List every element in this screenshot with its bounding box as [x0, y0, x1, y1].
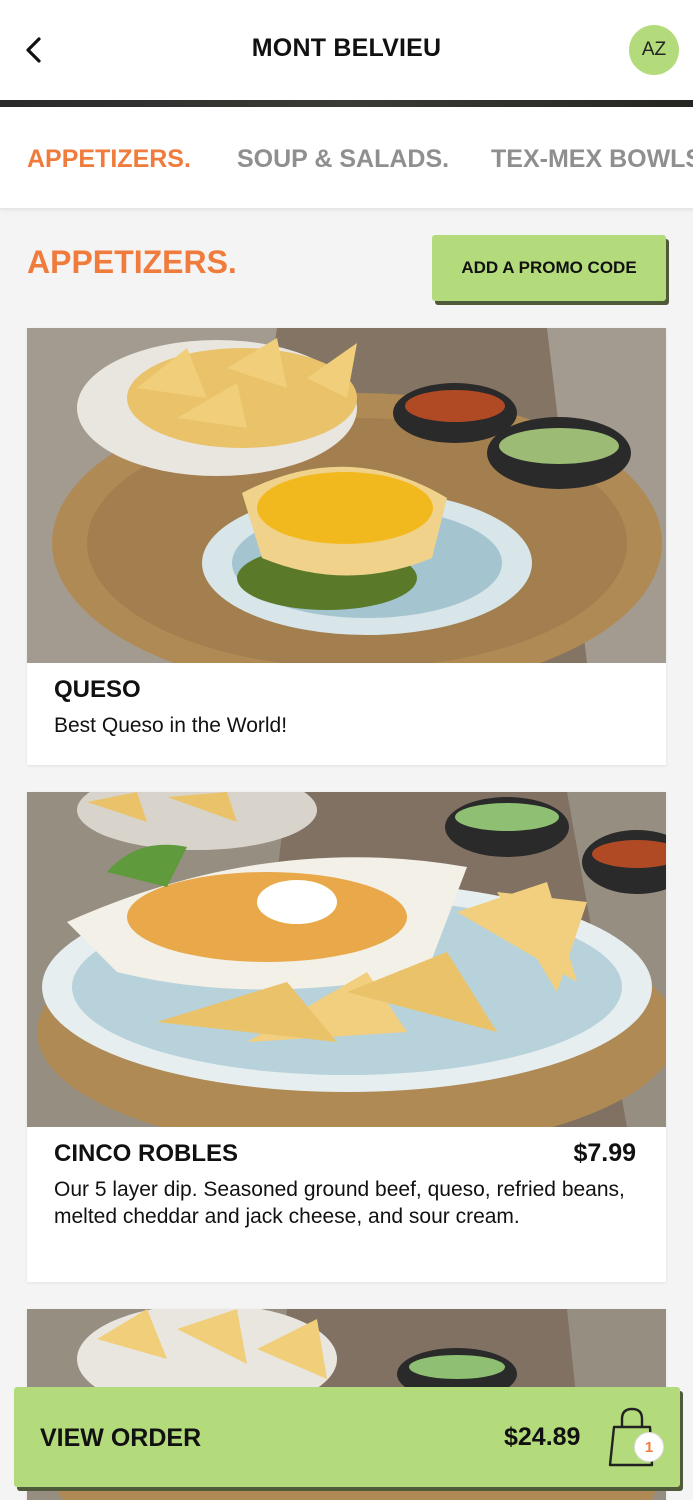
order-count-badge: 1: [634, 1432, 664, 1462]
tab-tex-mex-bowls[interactable]: TEX-MEX BOWLS: [491, 145, 693, 174]
order-total: $24.89: [504, 1423, 581, 1451]
cinco-robles-food-image: [27, 792, 666, 1127]
category-tabs: APPETIZERS. SOUP & SALADS. TEX-MEX BOWLS: [0, 107, 693, 209]
menu-item-card[interactable]: CINCO ROBLES $7.99 Our 5 layer dip. Seas…: [27, 792, 666, 1282]
page-title: MONT BELVIEU: [251, 34, 442, 62]
item-name: CINCO ROBLES: [54, 1140, 239, 1167]
item-price: $7.99: [573, 1139, 636, 1167]
item-description: Our 5 layer dip. Seasoned ground beef, q…: [54, 1178, 625, 1228]
header-divider: [0, 100, 693, 107]
menu-item-card[interactable]: QUESO Best Queso in the World!: [27, 328, 666, 765]
avatar[interactable]: AZ: [629, 25, 679, 75]
section-title: APPETIZERS.: [27, 244, 237, 280]
app-header: MONT BELVIEU AZ: [0, 0, 693, 100]
tab-appetizers[interactable]: APPETIZERS.: [27, 145, 191, 174]
tab-soup-salads[interactable]: SOUP & SALADS.: [237, 145, 449, 174]
add-promo-code-button[interactable]: ADD A PROMO CODE: [432, 235, 666, 301]
queso-food-image: [27, 328, 666, 663]
item-name: QUESO: [54, 676, 141, 703]
view-order-button[interactable]: VIEW ORDER $24.89 1: [14, 1387, 680, 1487]
item-description: Best Queso in the World!: [54, 714, 288, 737]
view-order-label: VIEW ORDER: [40, 1424, 202, 1452]
